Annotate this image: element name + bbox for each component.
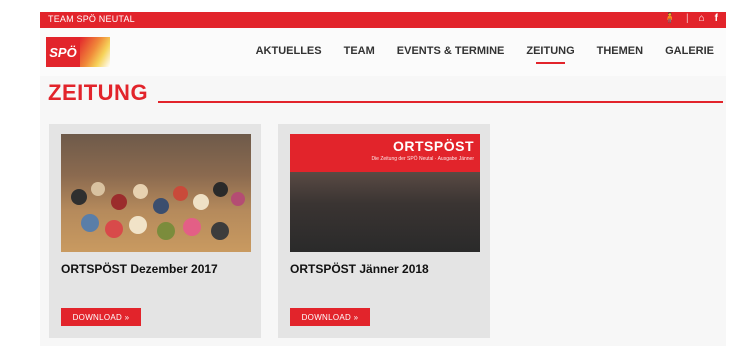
home-icon[interactable]: ⌂ [699, 13, 705, 24]
header: SPÖ AKTUELLES TEAM EVENTS & TERMINE ZEIT… [40, 28, 726, 76]
divider: | [686, 13, 689, 24]
nav-item-zeitung[interactable]: ZEITUNG [526, 45, 575, 64]
site-name[interactable]: TEAM SPÖ NEUTAL [48, 14, 135, 24]
cover-subtitle: Die Zeitung der SPÖ Neutal · Ausgabe Jän… [371, 156, 474, 162]
cover-brand: ORTSPÖST [392, 138, 474, 154]
nav-item-themen[interactable]: THEMEN [597, 45, 643, 57]
cover-photo: ORTSPÖST Die Zeitung der SPÖ Neutal · Au… [290, 134, 480, 252]
title-underline [158, 101, 723, 103]
newspaper-cover-image[interactable]: ORTSPÖST Die Zeitung der SPÖ Neutal · Au… [290, 134, 480, 252]
main-nav: AKTUELLES TEAM EVENTS & TERMINE ZEITUNG … [234, 45, 714, 64]
card-title: ORTSPÖST Dezember 2017 [61, 262, 218, 276]
card-title: ORTSPÖST Jänner 2018 [290, 262, 429, 276]
download-button[interactable]: DOWNLOAD » [61, 308, 141, 326]
newspaper-card: ORTSPÖST Die Zeitung der SPÖ Neutal · Au… [278, 124, 490, 338]
page-title: ZEITUNG [48, 80, 149, 105]
nav-item-galerie[interactable]: GALERIE [665, 45, 714, 57]
nav-item-events[interactable]: EVENTS & TERMINE [397, 45, 505, 57]
spo-logo[interactable]: SPÖ [46, 37, 110, 67]
nav-item-aktuelles[interactable]: AKTUELLES [256, 45, 322, 57]
accessibility-icon[interactable]: 🧍 [664, 13, 676, 24]
cover-room-photo [290, 172, 480, 252]
logo-text: SPÖ [46, 37, 80, 67]
facebook-icon[interactable]: f [715, 13, 718, 24]
top-bar: TEAM SPÖ NEUTAL 🧍 | ⌂ f [40, 12, 726, 28]
flame-logo-icon [80, 37, 110, 67]
top-icons: 🧍 | ⌂ f [664, 13, 718, 24]
group-photo [61, 134, 251, 252]
nav-item-team[interactable]: TEAM [344, 45, 375, 57]
download-button[interactable]: DOWNLOAD » [290, 308, 370, 326]
newspaper-card: ORTSPÖST Dezember 2017 DOWNLOAD » [49, 124, 261, 338]
newspaper-cover-image[interactable] [61, 134, 251, 252]
